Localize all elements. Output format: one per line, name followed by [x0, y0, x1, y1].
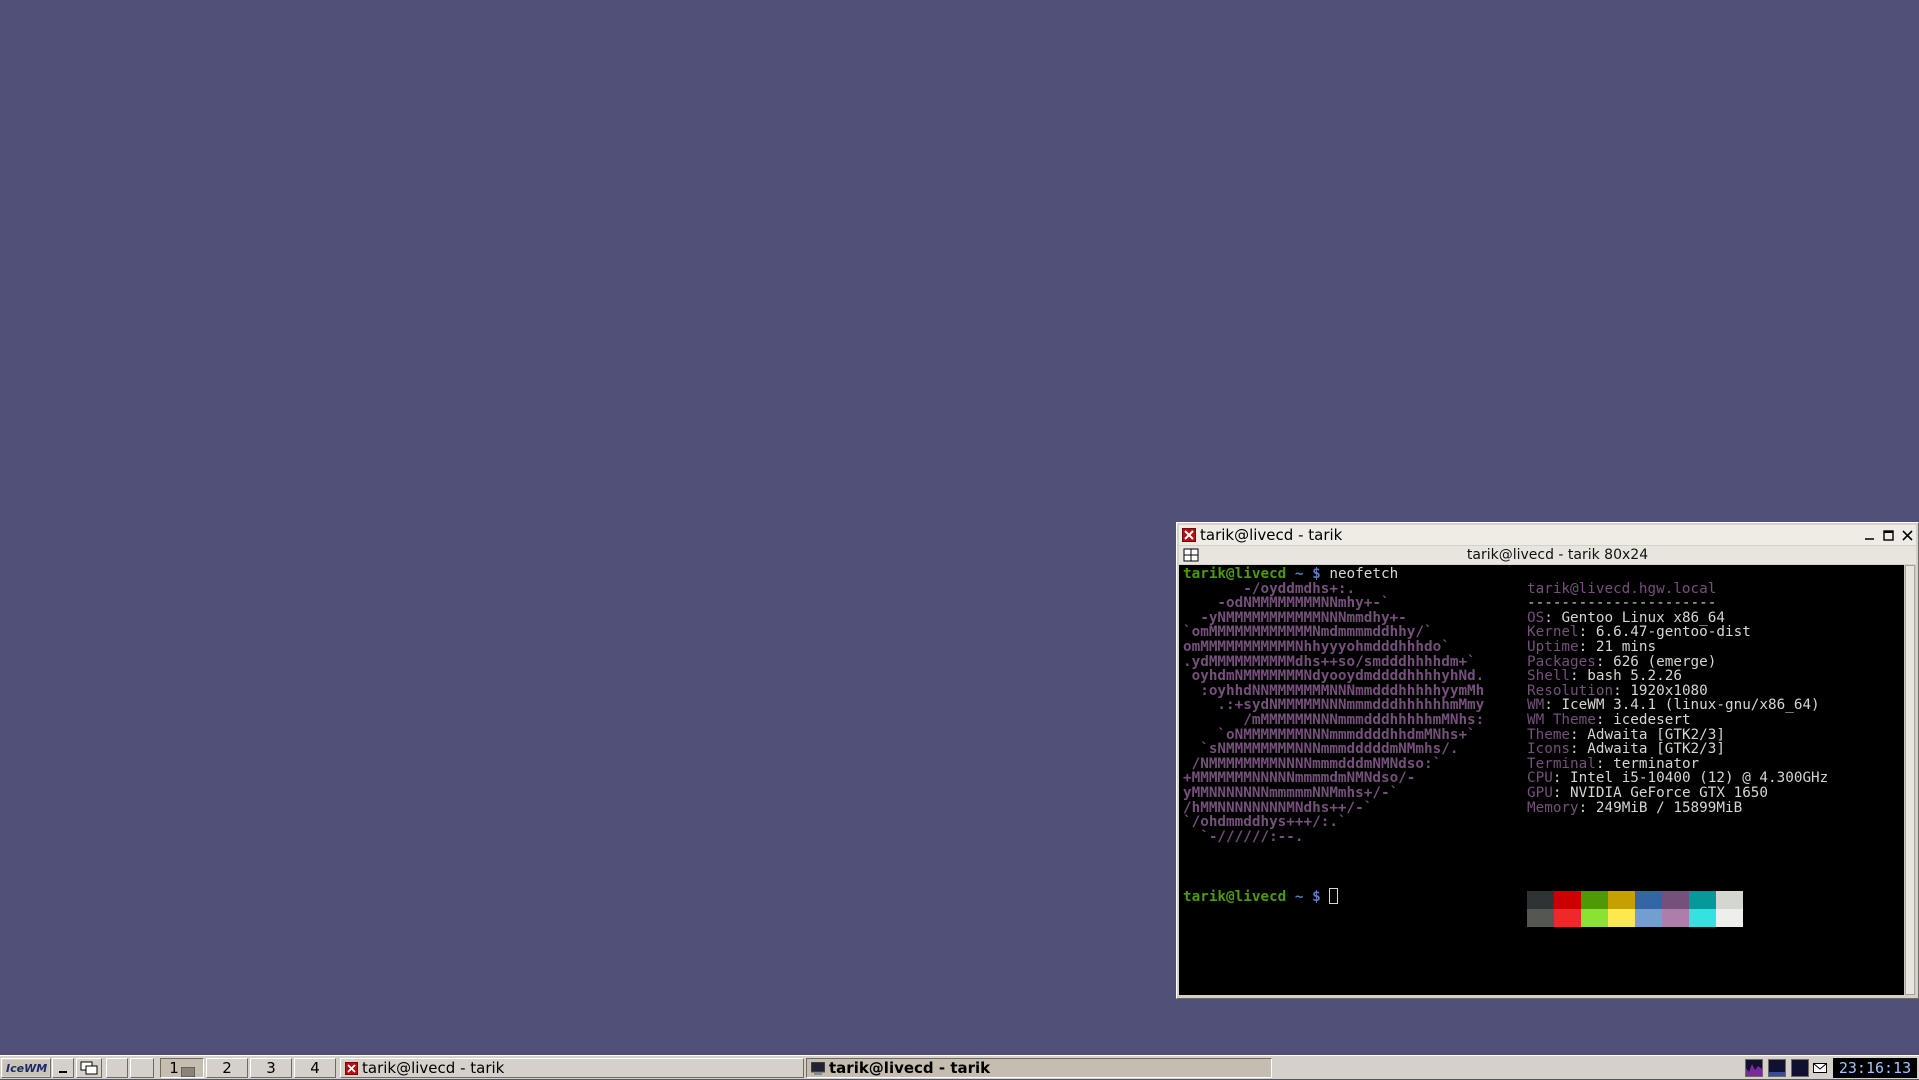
minimize-all-icon [59, 1071, 67, 1073]
task-label: tarik@livecd - tarik [829, 1059, 991, 1077]
prompt-symbol: $ [1312, 889, 1321, 905]
palette-swatch [1554, 909, 1581, 927]
palette-swatch [1716, 891, 1743, 909]
palette-swatch [1554, 891, 1581, 909]
info-colon: : [1578, 799, 1596, 816]
workspace-3-button[interactable]: 3 [250, 1058, 292, 1078]
mail-icon [1813, 1063, 1827, 1073]
workspace-4-label: 4 [310, 1059, 320, 1077]
palette-swatch [1662, 909, 1689, 927]
palette-swatch [1689, 891, 1716, 909]
terminal-window[interactable]: tarik@livecd - tarik tarik@livecd - tari… [1176, 522, 1919, 999]
prompt-user: tarik@livecd [1183, 889, 1287, 905]
info-value: 249MiB / 15899MiB [1595, 799, 1743, 816]
workspace-4-button[interactable]: 4 [294, 1058, 336, 1078]
palette-swatch [1635, 909, 1662, 927]
maximize-icon [1883, 529, 1894, 541]
minimize-button[interactable] [1861, 527, 1878, 544]
workspace-1-button[interactable]: 1 [160, 1058, 204, 1078]
window-list-icon [80, 1061, 98, 1075]
workspace-2-button[interactable]: 2 [206, 1058, 248, 1078]
quick-launch-1[interactable] [106, 1058, 128, 1078]
memory-graph-icon [1769, 1072, 1785, 1076]
terminal-subtitle: tarik@livecd - tarik 80x24 [1466, 547, 1649, 563]
start-menu-button[interactable]: IceWM [1, 1058, 51, 1078]
taskbar-task-terminal-2[interactable]: tarik@livecd - tarik [806, 1058, 1272, 1078]
minimize-all-button[interactable] [52, 1058, 74, 1078]
close-icon [1902, 529, 1913, 541]
cpu-graph-icon [1746, 1064, 1762, 1076]
terminal-header-bar: tarik@livecd - tarik 80x24 [1179, 546, 1916, 564]
palette-swatch [1527, 891, 1554, 909]
terminator-app-icon[interactable] [1182, 528, 1196, 542]
window-title: tarik@livecd - tarik [1200, 526, 1343, 544]
terminal-output[interactable]: tarik@livecd ~ $ neofetch -/oyddmdhs+:. … [1179, 565, 1904, 995]
svg-text:IceWM: IceWM [6, 1062, 47, 1075]
prompt-path: ~ [1294, 889, 1304, 905]
text-cursor [1329, 888, 1339, 904]
color-palette [1527, 891, 1743, 927]
terminator-icon [345, 1061, 358, 1075]
workspace-preview-icon [180, 1067, 195, 1077]
scrollbar-thumb[interactable] [1905, 565, 1915, 995]
taskbar-task-terminal-1[interactable]: tarik@livecd - tarik [340, 1058, 804, 1078]
cpu-monitor-applet[interactable] [1745, 1059, 1763, 1077]
palette-swatch [1689, 909, 1716, 927]
palette-swatch [1581, 891, 1608, 909]
prompt-line-active[interactable]: tarik@livecd ~ $ [1183, 888, 1339, 906]
group-menu-icon[interactable] [1183, 548, 1199, 562]
palette-swatch [1581, 909, 1608, 927]
taskbar: IceWM 1 2 3 4 tarik@livecd - tarik tarik… [0, 1055, 1919, 1079]
network-monitor-applet[interactable] [1791, 1059, 1809, 1077]
terminal-icon [811, 1061, 825, 1075]
close-button[interactable] [1899, 527, 1916, 544]
memory-monitor-applet[interactable] [1768, 1059, 1786, 1077]
palette-swatch [1527, 909, 1554, 927]
workspace-2-label: 2 [222, 1059, 232, 1077]
icewm-logo-icon: IceWM [3, 1060, 49, 1076]
mail-button[interactable] [1812, 1058, 1828, 1078]
palette-swatch [1635, 891, 1662, 909]
palette-swatch [1608, 909, 1635, 927]
logo-line: `-//////:--. [1183, 828, 1304, 845]
palette-swatch [1716, 909, 1743, 927]
terminal-scrollbar[interactable] [1904, 565, 1916, 995]
palette-swatch [1608, 891, 1635, 909]
window-list-button[interactable] [76, 1058, 102, 1078]
maximize-button[interactable] [1880, 527, 1897, 544]
minimize-icon [1865, 537, 1874, 540]
window-titlebar[interactable]: tarik@livecd - tarik [1179, 525, 1916, 545]
info-row: Memory: 249MiB / 15899MiB [1527, 799, 1742, 817]
workspace-3-label: 3 [266, 1059, 276, 1077]
palette-swatch [1662, 891, 1689, 909]
task-label: tarik@livecd - tarik [362, 1059, 505, 1077]
clock[interactable]: 23:16:13 [1833, 1058, 1917, 1078]
info-key: Memory [1527, 799, 1579, 816]
workspace-1-label: 1 [169, 1059, 179, 1077]
quick-launch-2[interactable] [130, 1058, 154, 1078]
